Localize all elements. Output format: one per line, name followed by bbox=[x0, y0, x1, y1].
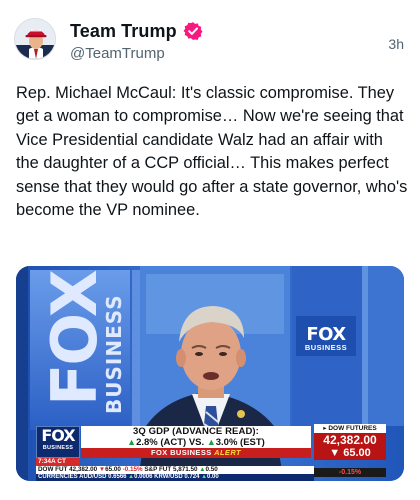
ticker-krw-change: 0.00 bbox=[207, 474, 219, 480]
dow-futures-pct: -0.15% bbox=[314, 468, 386, 477]
chyron-alert-bar: FOX BUSINESS ALERT bbox=[81, 448, 311, 458]
avatar[interactable] bbox=[14, 18, 56, 60]
chyron-estimate: 3.0% (EST) bbox=[215, 437, 265, 448]
dow-futures-value: 42,382.00 bbox=[314, 433, 386, 447]
triangle-up-icon: ▲ bbox=[206, 437, 216, 447]
verified-badge-icon bbox=[183, 22, 203, 40]
ticker-aud-value: 0.6566 bbox=[108, 474, 127, 480]
studio-logo-right-business: BUSINESS bbox=[304, 343, 348, 352]
tweet-text: Rep. Michael McCaul: It's classic compro… bbox=[16, 84, 408, 220]
ticker-dow-label: DOW FUT bbox=[38, 466, 68, 473]
timestamp[interactable]: 3h bbox=[388, 36, 404, 52]
profile-photo-icon bbox=[15, 19, 55, 59]
dow-futures-box: ▸ DOW FUTURES 42,382.00 ▼ 65.00 bbox=[314, 424, 386, 468]
display-name[interactable]: Team Trump bbox=[70, 21, 177, 42]
ticker-krw-label: KRW/USD bbox=[154, 474, 183, 480]
studio-logo-business: BUSINESS bbox=[102, 294, 126, 414]
studio-logo-fox: FOX bbox=[38, 271, 111, 406]
studio-logo-right: FOX BUSINESS bbox=[300, 324, 352, 352]
chyron-local-time: 7:34A CT bbox=[36, 458, 80, 466]
news-chyron: FOX BUSINESS 7:34A CT 3Q GDP (ADVANCE RE… bbox=[16, 424, 404, 481]
chyron-headline: 3Q GDP (ADVANCE READ): ▲2.8% (ACT) VS. ▲… bbox=[81, 426, 311, 448]
chyron-headline-line1: 3Q GDP (ADVANCE READ): bbox=[133, 426, 259, 437]
alert-brand: FOX BUSINESS bbox=[150, 448, 212, 457]
ticker-sp-label: S&P FUT bbox=[144, 466, 172, 473]
dow-futures-label: ▸ DOW FUTURES bbox=[314, 424, 386, 433]
triangle-up-icon: ▲ bbox=[127, 437, 137, 447]
ticker-dow-value: 42,382.00 bbox=[69, 466, 98, 473]
tweet-media-image[interactable]: FOX BUSINESS FOX BUSINESS FOX BUSINESS 7… bbox=[16, 266, 404, 481]
alert-word: ALERT bbox=[214, 448, 241, 457]
market-ticker: DOW FUT 42,382.00 ▼65.00 -0.15% S&P FUT … bbox=[36, 466, 314, 474]
chyron-logo-fox: FOX bbox=[41, 426, 75, 445]
dow-futures-change-text: 65.00 bbox=[343, 447, 371, 459]
ticker-dow-pct: -0.15% bbox=[122, 466, 143, 473]
currency-ticker: CURRENCIES AUD/USD 0.6566 ▲0.0006 KRW/US… bbox=[36, 474, 314, 481]
chyron-logo-business: BUSINESS bbox=[42, 445, 74, 451]
studio-logo-right-fox: FOX bbox=[306, 324, 346, 345]
user-handle[interactable]: @TeamTrump bbox=[70, 45, 165, 62]
name-row: Team Trump bbox=[70, 19, 203, 43]
ticker-aud-label: AUD/USD bbox=[79, 474, 107, 480]
studio-logo-vertical: FOX BUSINESS bbox=[36, 271, 128, 434]
ticker-sp-value: 5,871.50 bbox=[172, 466, 198, 473]
ticker-aud-change: 0.0006 bbox=[134, 474, 153, 480]
ticker-sp-change: 0.50 bbox=[205, 466, 218, 473]
chyron-actual: 2.8% (ACT) VS. bbox=[136, 437, 205, 448]
dow-futures-change: ▼ 65.00 bbox=[314, 447, 386, 460]
tweet-header: Team Trump @TeamTrump 3h bbox=[0, 0, 420, 76]
dow-futures-label-text: DOW FUTURES bbox=[328, 425, 377, 432]
ticker-krw-value: 0.724 bbox=[184, 474, 200, 480]
chyron-headline-line2: ▲2.8% (ACT) VS. ▲3.0% (EST) bbox=[81, 437, 311, 448]
chyron-network-logo: FOX BUSINESS bbox=[36, 426, 80, 458]
ticker-currencies-label: CURRENCIES bbox=[38, 474, 78, 480]
ticker-dow-change: 65.00 bbox=[105, 466, 121, 473]
